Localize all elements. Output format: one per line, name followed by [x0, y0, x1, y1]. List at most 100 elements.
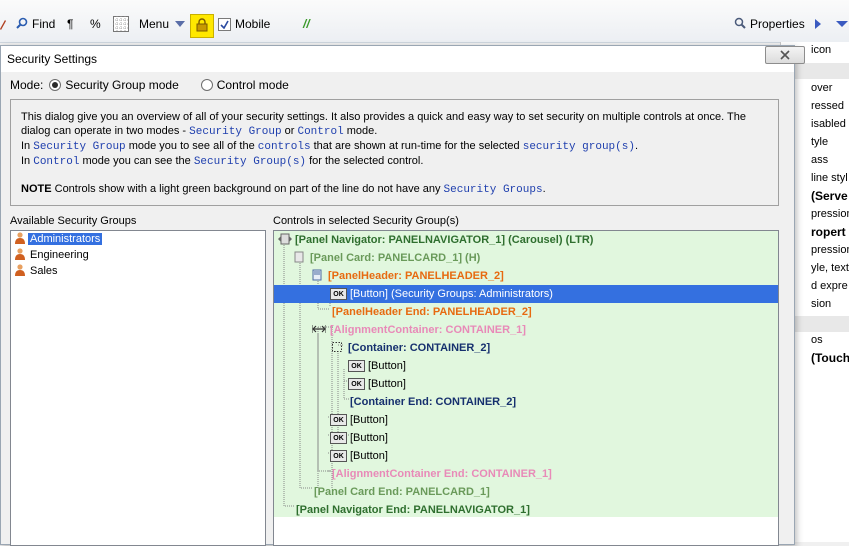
available-groups-label: Available Security Groups	[10, 215, 137, 227]
control-mode-radio[interactable]	[200, 79, 213, 91]
percent-button[interactable]: %	[90, 14, 101, 34]
security-group-mode-radio[interactable]	[49, 79, 62, 91]
tree-label: [Panel Card End: PANELCARD_1]	[314, 486, 490, 498]
property-row[interactable]: ressed	[811, 100, 844, 112]
close-icon	[780, 48, 790, 63]
security-lock-button[interactable]	[190, 14, 214, 38]
dialog-close-button[interactable]	[765, 46, 805, 64]
tree-node-alignment-container[interactable]: [AlignmentContainer: CONTAINER_1]	[274, 321, 778, 339]
menu-dropdown-icon	[175, 17, 186, 31]
tree-label: [Panel Navigator: PANELNAVIGATOR_1] (Car…	[295, 234, 594, 246]
tree-node-panel-navigator-end[interactable]: [Panel Navigator End: PANELNAVIGATOR_1]	[274, 501, 778, 519]
comment-button[interactable]: //	[303, 14, 310, 34]
tree-node-button[interactable]: OK [Button]	[274, 429, 778, 447]
tree-label: [Button]	[350, 432, 388, 444]
tree-label: [Container: CONTAINER_2]	[348, 342, 491, 354]
find-button[interactable]: Find	[16, 14, 55, 34]
tree-node-button[interactable]: OK [Button]	[274, 411, 778, 429]
property-row[interactable]: icon	[811, 44, 831, 56]
security-group-mode-label[interactable]: Security Group mode	[65, 78, 178, 92]
mode-selector: Mode: Security Group mode Control mode	[10, 77, 289, 93]
properties-dropdown-icon[interactable]	[836, 14, 848, 34]
tree-node-panel-navigator[interactable]: [Panel Navigator: PANELNAVIGATOR_1] (Car…	[274, 231, 778, 249]
control-mode-label[interactable]: Control mode	[217, 78, 289, 92]
controls-label: Controls in selected Security Group(s)	[273, 215, 459, 227]
property-row[interactable]: isabled	[811, 118, 846, 130]
button-ok-icon: OK	[348, 360, 365, 372]
tree-label: [AlignmentContainer: CONTAINER_1]	[330, 324, 526, 336]
menu-label: Menu	[139, 17, 170, 31]
property-row[interactable]: ropert	[811, 225, 846, 239]
tree-node-button[interactable]: OK [Button]	[274, 375, 778, 393]
tree-node-button-selected[interactable]: OK [Button] (Security Groups: Administra…	[274, 285, 778, 303]
tree-label: [AlignmentContainer End: CONTAINER_1]	[332, 468, 552, 480]
tree-node-panel-card-end[interactable]: [Panel Card End: PANELCARD_1]	[274, 483, 778, 501]
tree-node-container-end[interactable]: [Container End: CONTAINER_2]	[274, 393, 778, 411]
comment-icon: //	[303, 17, 310, 31]
property-row[interactable]: pression	[811, 208, 849, 220]
tree-label: [Container End: CONTAINER_2]	[350, 396, 517, 408]
tree-node-alignment-container-end[interactable]: [AlignmentContainer End: CONTAINER_1]	[274, 465, 778, 483]
property-row[interactable]: ass	[811, 154, 828, 166]
menu-button[interactable]: Menu	[139, 14, 186, 34]
security-groups-list[interactable]: Administrators Engineering Sales	[10, 230, 266, 546]
property-row[interactable]: pression	[811, 244, 849, 256]
tree-label: [Panel Card: PANELCARD_1] (H)	[310, 252, 481, 264]
info-line-1: This dialog give you an overview of all …	[21, 111, 746, 123]
info-line-4: In Control mode you can see the Security…	[21, 155, 424, 168]
properties-tab[interactable]: Properties	[734, 14, 805, 34]
group-item-engineering[interactable]: Engineering	[11, 247, 265, 263]
controls-tree[interactable]: [Panel Navigator: PANELNAVIGATOR_1] (Car…	[273, 230, 779, 546]
user-group-icon	[15, 231, 25, 247]
tree-node-button[interactable]: OK [Button]	[274, 357, 778, 375]
grid-icon[interactable]	[113, 14, 129, 34]
group-item-sales[interactable]: Sales	[11, 263, 265, 279]
pilcrow-icon: ¶	[67, 17, 74, 31]
button-ok-icon: OK	[330, 432, 347, 444]
property-row[interactable]: (Touch	[811, 351, 849, 365]
tree-label: [PanelHeader End: PANELHEADER_2]	[332, 306, 532, 318]
property-row[interactable]: (Serve	[811, 189, 848, 203]
mobile-toggle[interactable]: Mobile	[218, 14, 270, 34]
group-label: Sales	[30, 265, 58, 277]
mobile-label: Mobile	[235, 17, 271, 31]
group-label: Engineering	[30, 249, 89, 261]
pilcrow-button[interactable]: ¶	[67, 14, 73, 34]
info-line-3: In Security Group mode you to see all of…	[21, 140, 639, 153]
tree-node-container[interactable]: [Container: CONTAINER_2]	[274, 339, 778, 357]
panel-header-icon	[312, 269, 322, 284]
mobile-checkbox[interactable]	[218, 17, 231, 31]
property-row[interactable]: tyle	[811, 136, 828, 148]
main-toolbar: Find ¶ % Menu Mobile // Properties	[0, 0, 849, 43]
tree-label: [Button] (Security Groups: Administrator…	[350, 288, 553, 300]
property-row[interactable]: line styl	[811, 172, 848, 184]
container-icon	[332, 341, 342, 355]
property-row[interactable]: over	[811, 82, 832, 94]
tree-node-panel-header[interactable]: [PanelHeader: PANELHEADER_2]	[274, 267, 778, 285]
dialog-title-bar[interactable]: Security Settings	[1, 46, 794, 72]
user-group-icon	[15, 247, 25, 263]
tree-label: [Button]	[368, 378, 406, 390]
tree-label: [PanelHeader: PANELHEADER_2]	[328, 270, 504, 282]
button-ok-icon: OK	[330, 288, 347, 300]
button-ok-icon: OK	[330, 450, 347, 462]
property-row[interactable]: sion	[811, 298, 831, 310]
expand-arrow-icon[interactable]	[814, 14, 822, 34]
find-icon	[16, 17, 28, 32]
property-row[interactable]: d expre	[811, 280, 848, 292]
property-row[interactable]: os	[811, 334, 823, 346]
panel-card-icon	[294, 251, 304, 266]
tree-node-panel-card[interactable]: [Panel Card: PANELCARD_1] (H)	[274, 249, 778, 267]
alignment-container-icon	[311, 324, 327, 337]
group-label: Administrators	[28, 233, 103, 245]
lock-icon	[196, 17, 208, 35]
find-label: Find	[32, 17, 56, 31]
mode-label: Mode:	[10, 78, 44, 92]
tree-node-panel-header-end[interactable]: [PanelHeader End: PANELHEADER_2]	[274, 303, 778, 321]
security-settings-dialog: Security Settings Mode: Security Group m…	[0, 45, 795, 546]
info-line-2: dialog can operate in two modes - Securi…	[21, 125, 378, 138]
property-row[interactable]: yle, text	[811, 262, 849, 274]
group-item-administrators[interactable]: Administrators	[11, 231, 265, 247]
edit-icon[interactable]	[0, 14, 6, 34]
tree-node-button[interactable]: OK [Button]	[274, 447, 778, 465]
